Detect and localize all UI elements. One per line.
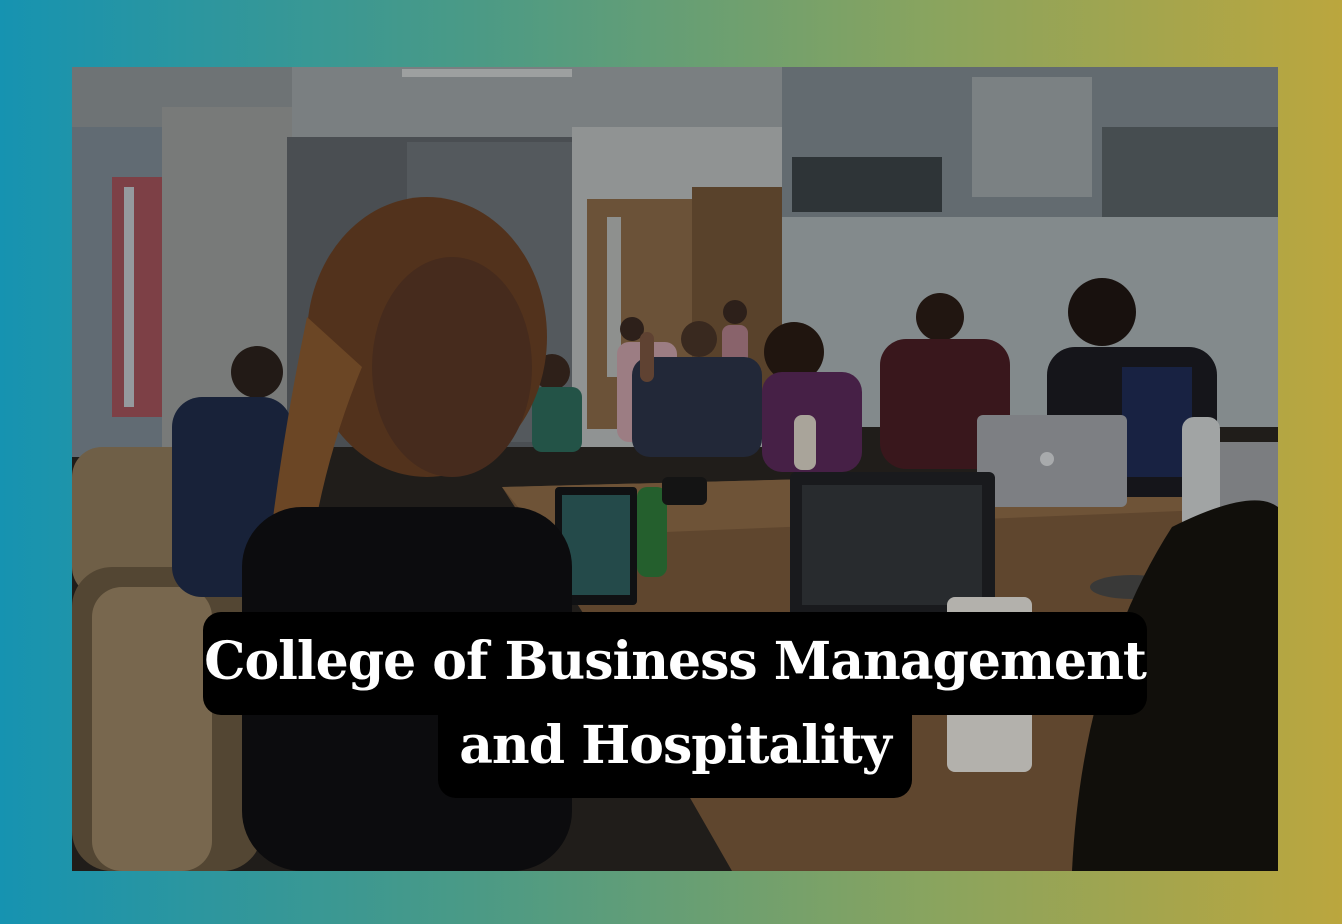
meeting-photo [72,67,1278,871]
